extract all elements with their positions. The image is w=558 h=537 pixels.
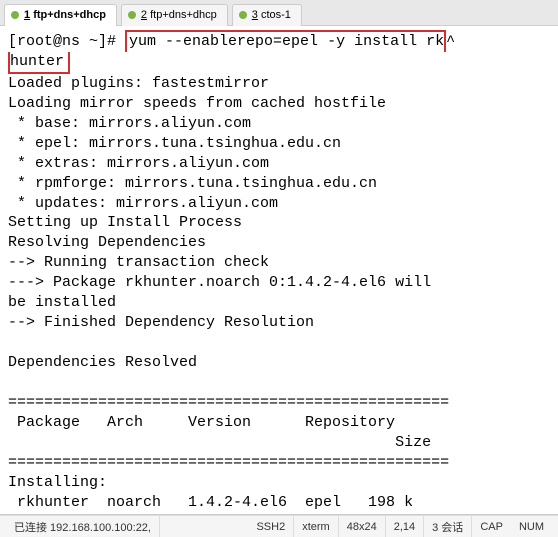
command-highlight: hunter <box>8 52 70 74</box>
tab-label: ftp+dns+dhcp <box>33 9 106 21</box>
terminal-body: Loaded plugins: fastestmirror Loading mi… <box>8 75 449 511</box>
tab-2[interactable]: 2 ftp+dns+dhcp <box>121 4 228 26</box>
tab-num: 3 <box>252 9 258 21</box>
status-dot-icon <box>11 11 19 19</box>
tab-label: ftp+dns+dhcp <box>150 9 217 21</box>
tab-num: 1 <box>24 9 30 21</box>
status-connection: 已连接 192.168.100.100:22, <box>6 516 160 537</box>
tab-bar: 1 ftp+dns+dhcp 2 ftp+dns+dhcp 3 ctos-1 <box>0 0 558 26</box>
status-num: NUM <box>511 516 552 537</box>
status-dot-icon <box>239 11 247 19</box>
tab-1[interactable]: 1 ftp+dns+dhcp <box>4 4 117 26</box>
terminal-output[interactable]: [root@ns ~]# yum --enablerepo=epel -y in… <box>0 26 558 515</box>
command-highlight: yum --enablerepo=epel -y install rk <box>125 30 446 52</box>
status-sessions: 3 会话 <box>424 516 472 537</box>
status-cap: CAP <box>472 516 511 537</box>
line-wrap-caret: ^ <box>446 33 455 50</box>
tab-num: 2 <box>141 9 147 21</box>
status-size: 48x24 <box>339 516 386 537</box>
status-cursor-pos: 2,14 <box>386 516 424 537</box>
tab-3[interactable]: 3 ctos-1 <box>232 4 302 26</box>
status-protocol: SSH2 <box>248 516 294 537</box>
status-dot-icon <box>128 11 136 19</box>
prompt: [root@ns ~]# <box>8 33 125 50</box>
tab-label: ctos-1 <box>261 9 291 21</box>
status-bar: 已连接 192.168.100.100:22, SSH2 xterm 48x24… <box>0 515 558 537</box>
status-term: xterm <box>294 516 339 537</box>
